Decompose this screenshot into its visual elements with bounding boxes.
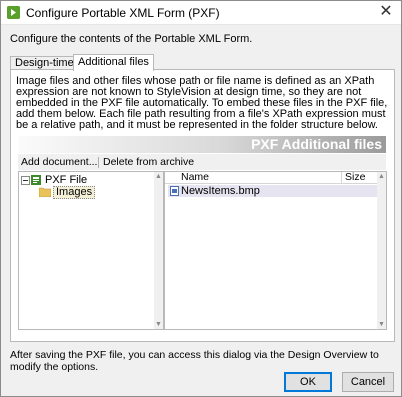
pxf-file-icon	[30, 174, 42, 186]
tree-scrollbar[interactable]: ▲ ▼	[154, 172, 163, 329]
description-text: Image files and other files whose path o…	[16, 75, 388, 131]
table-row[interactable]: NewsItems.bmp	[168, 185, 378, 197]
ok-button[interactable]: OK	[284, 372, 332, 392]
delete-from-archive-button[interactable]: Delete from archive	[103, 156, 194, 168]
file-name: NewsItems.bmp	[181, 185, 260, 197]
tree-node-images[interactable]: Images	[19, 186, 159, 199]
banner-title: PXF Additional files	[251, 136, 382, 152]
collapse-icon[interactable]	[21, 176, 30, 185]
tree-child-label: Images	[53, 186, 96, 199]
folder-tree[interactable]: PXF File Images ▲ ▼	[18, 171, 164, 330]
window-title: Configure Portable XML Form (PXF)	[26, 6, 220, 20]
section-banner: PXF Additional files	[18, 136, 386, 153]
dialog-window: Configure Portable XML Form (PXF) ✕ Conf…	[0, 0, 402, 397]
intro-text: Configure the contents of the Portable X…	[10, 33, 253, 45]
scroll-down-icon[interactable]: ▼	[377, 320, 386, 329]
file-list-header: Name Size	[165, 172, 386, 184]
tree-root-label: PXF File	[45, 174, 88, 186]
toolbar-divider	[98, 157, 99, 168]
title-bar[interactable]: Configure Portable XML Form (PXF) ✕	[1, 1, 401, 25]
app-icon	[7, 6, 20, 19]
folder-icon	[38, 187, 52, 198]
tab-panel: Image files and other files whose path o…	[10, 69, 395, 342]
column-header-size[interactable]: Size	[345, 172, 365, 183]
bitmap-file-icon	[170, 186, 179, 196]
tab-additional-files[interactable]: Additional files	[73, 54, 154, 71]
add-document-button[interactable]: Add document...	[21, 156, 97, 168]
close-icon[interactable]: ✕	[377, 3, 395, 21]
scroll-up-icon[interactable]: ▲	[154, 172, 163, 181]
footer-text: After saving the PXF file, you can acces…	[10, 349, 379, 373]
scroll-down-icon[interactable]: ▼	[154, 320, 163, 329]
file-toolbar: Add document... Delete from archive	[18, 154, 386, 170]
column-header-name[interactable]: Name	[181, 172, 209, 183]
file-list[interactable]: Name Size NewsItems.bmp ▲ ▼	[164, 171, 387, 330]
cancel-button[interactable]: Cancel	[342, 372, 394, 392]
file-list-scrollbar[interactable]: ▲ ▼	[377, 172, 386, 329]
scroll-up-icon[interactable]: ▲	[377, 172, 386, 181]
column-divider[interactable]	[341, 172, 342, 183]
